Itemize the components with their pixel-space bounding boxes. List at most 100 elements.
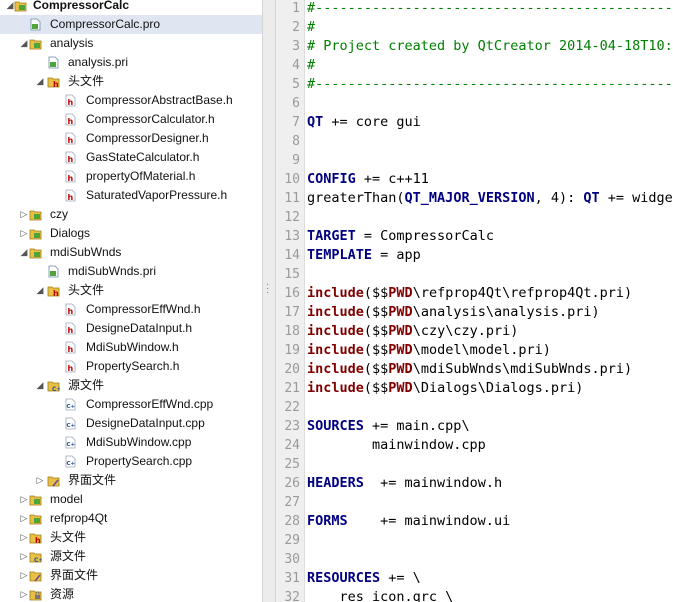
- tree-item[interactable]: ◢ mdiSubWnds: [0, 243, 262, 262]
- tree-item[interactable]: ▷ refprop4Qt: [0, 509, 262, 528]
- tree-item[interactable]: h DesigneDataInput.h: [0, 319, 262, 338]
- tree-item[interactable]: ▷ C+ 源文件: [0, 547, 262, 566]
- code-line[interactable]: TEMPLATE = app: [307, 246, 421, 265]
- collapse-arrow-icon[interactable]: ◢: [36, 376, 44, 395]
- tree-item-label: MdiSubWindow.cpp: [86, 435, 192, 449]
- code-line[interactable]: #---------------------------------------…: [307, 0, 673, 18]
- expand-arrow-icon[interactable]: ▷: [20, 490, 28, 509]
- code-token: = app: [372, 247, 421, 263]
- tree-item-label: 资源: [50, 587, 75, 601]
- expand-arrow-icon[interactable]: ▷: [20, 547, 28, 566]
- code-token: \czy\czy.pri): [412, 323, 519, 339]
- tree-item[interactable]: mdiSubWnds.pri: [0, 262, 262, 281]
- tree-item[interactable]: h CompressorCalculator.h: [0, 110, 262, 129]
- code-line[interactable]: include($$PWD\refprop4Qt\refprop4Qt.pri): [307, 284, 632, 303]
- tree-item[interactable]: ▷ 界面文件: [0, 566, 262, 585]
- tree-item[interactable]: h MdiSubWindow.h: [0, 338, 262, 357]
- tree-item[interactable]: C+ CompressorEffWnd.cpp: [0, 395, 262, 414]
- code-line[interactable]: SOURCES += main.cpp\: [307, 417, 470, 436]
- tree-item[interactable]: ◢ h 头文件: [0, 72, 262, 91]
- project-folder-icon: [29, 208, 42, 221]
- code-line[interactable]: HEADERS += mainwindow.h: [307, 474, 502, 493]
- tree-item-label: MdiSubWindow.h: [86, 340, 179, 354]
- code-token: PWD: [388, 285, 413, 301]
- collapse-arrow-icon[interactable]: ◢: [36, 72, 44, 91]
- tree-item[interactable]: CompressorCalc.pro: [0, 15, 262, 34]
- tree-item[interactable]: h PropertySearch.h: [0, 357, 262, 376]
- tree-item-label: czy: [50, 207, 68, 221]
- code-line[interactable]: #---------------------------------------…: [307, 75, 673, 94]
- code-token: PWD: [388, 380, 413, 396]
- svg-text:C+: C+: [52, 386, 60, 392]
- svg-text:h: h: [68, 174, 74, 183]
- code-line[interactable]: #: [307, 18, 315, 37]
- svg-text:h: h: [53, 80, 59, 88]
- tree-item[interactable]: analysis.pri: [0, 53, 262, 72]
- code-line[interactable]: QT += core gui: [307, 113, 421, 132]
- collapse-arrow-icon[interactable]: ◢: [20, 34, 28, 53]
- line-number: 20: [284, 362, 300, 377]
- code-token: CONFIG: [307, 171, 356, 187]
- tree-item[interactable]: ▷ model: [0, 490, 262, 509]
- header-folder-icon: h: [47, 75, 60, 89]
- header-file-icon: h: [64, 94, 77, 107]
- code-line[interactable]: greaterThan(QT_MAJOR_VERSION, 4): QT += …: [307, 189, 673, 208]
- tree-item[interactable]: ▷ 资源: [0, 585, 262, 602]
- collapse-arrow-icon[interactable]: ◢: [6, 0, 14, 15]
- code-editor[interactable]: 1 2 3 4 5 6 7 8 9 10 11 12 13 14 15 16 17 18 19 20 21 22 23 24 2…: [276, 0, 673, 602]
- expand-arrow-icon[interactable]: ▷: [20, 224, 28, 243]
- code-token: QT: [583, 190, 600, 206]
- code-line[interactable]: CONFIG += c++11: [307, 170, 429, 189]
- code-line[interactable]: mainwindow.cpp: [307, 436, 486, 455]
- project-tree[interactable]: ◢ CompressorCalc CompressorCalc.pro ◢ analys…: [0, 0, 262, 602]
- tree-item-label: DesigneDataInput.h: [86, 321, 193, 335]
- code-line[interactable]: # Project created by QtCreator 2014-04-1…: [307, 37, 673, 56]
- tree-item-label: mdiSubWnds.pri: [68, 264, 157, 278]
- expand-arrow-icon[interactable]: ▷: [20, 585, 28, 602]
- code-token: include: [307, 361, 364, 377]
- line-number: 17: [284, 305, 300, 320]
- code-line[interactable]: TARGET = CompressorCalc: [307, 227, 494, 246]
- line-number: 30: [284, 552, 300, 567]
- tree-item[interactable]: h CompressorAbstractBase.h: [0, 91, 262, 110]
- tree-item[interactable]: h CompressorDesigner.h: [0, 129, 262, 148]
- pri-file-icon: [47, 265, 60, 278]
- tree-item[interactable]: ▷ h 头文件: [0, 528, 262, 547]
- code-token: FORMS: [307, 513, 348, 529]
- svg-text:h: h: [68, 307, 74, 316]
- expand-arrow-icon[interactable]: ▷: [36, 471, 44, 490]
- expand-arrow-icon[interactable]: ▷: [20, 566, 28, 585]
- tree-item[interactable]: C+ PropertySearch.cpp: [0, 452, 262, 471]
- code-line[interactable]: include($$PWD\czy\czy.pri): [307, 322, 518, 341]
- tree-item[interactable]: ◢ h 头文件: [0, 281, 262, 300]
- tree-item[interactable]: ◢ CompressorCalc: [0, 0, 262, 15]
- collapse-arrow-icon[interactable]: ◢: [20, 243, 28, 262]
- tree-item[interactable]: h propertyOfMaterial.h: [0, 167, 262, 186]
- tree-item[interactable]: ▷ 界面文件: [0, 471, 262, 490]
- tree-item[interactable]: h CompressorEffWnd.h: [0, 300, 262, 319]
- tree-item[interactable]: h SaturatedVaporPressure.h: [0, 186, 262, 205]
- code-line[interactable]: include($$PWD\mdiSubWnds\mdiSubWnds.pri): [307, 360, 632, 379]
- tree-item-label: 头文件: [68, 74, 105, 88]
- code-line[interactable]: #: [307, 56, 315, 75]
- tree-item[interactable]: C+ DesigneDataInput.cpp: [0, 414, 262, 433]
- splitter-handle[interactable]: · · ·: [262, 0, 276, 602]
- expand-arrow-icon[interactable]: ▷: [20, 528, 28, 547]
- tree-item[interactable]: h GasStateCalculator.h: [0, 148, 262, 167]
- code-line[interactable]: FORMS += mainwindow.ui: [307, 512, 510, 531]
- tree-item[interactable]: ▷ Dialogs: [0, 224, 262, 243]
- expand-arrow-icon[interactable]: ▷: [20, 205, 28, 224]
- collapse-arrow-icon[interactable]: ◢: [36, 281, 44, 300]
- tree-item[interactable]: ▷ czy: [0, 205, 262, 224]
- tree-item[interactable]: C+ MdiSubWindow.cpp: [0, 433, 262, 452]
- project-folder-icon: [29, 227, 42, 240]
- code-line[interactable]: include($$PWD\model\model.pri): [307, 341, 551, 360]
- code-token: include: [307, 380, 364, 396]
- tree-item[interactable]: ◢ analysis: [0, 34, 262, 53]
- code-line[interactable]: include($$PWD\analysis\analysis.pri): [307, 303, 600, 322]
- code-line[interactable]: res_icon.qrc \: [307, 588, 454, 602]
- code-line[interactable]: RESOURCES += \: [307, 569, 421, 588]
- tree-item[interactable]: ◢ C+ 源文件: [0, 376, 262, 395]
- expand-arrow-icon[interactable]: ▷: [20, 509, 28, 528]
- code-line[interactable]: include($$PWD\Dialogs\Dialogs.pri): [307, 379, 583, 398]
